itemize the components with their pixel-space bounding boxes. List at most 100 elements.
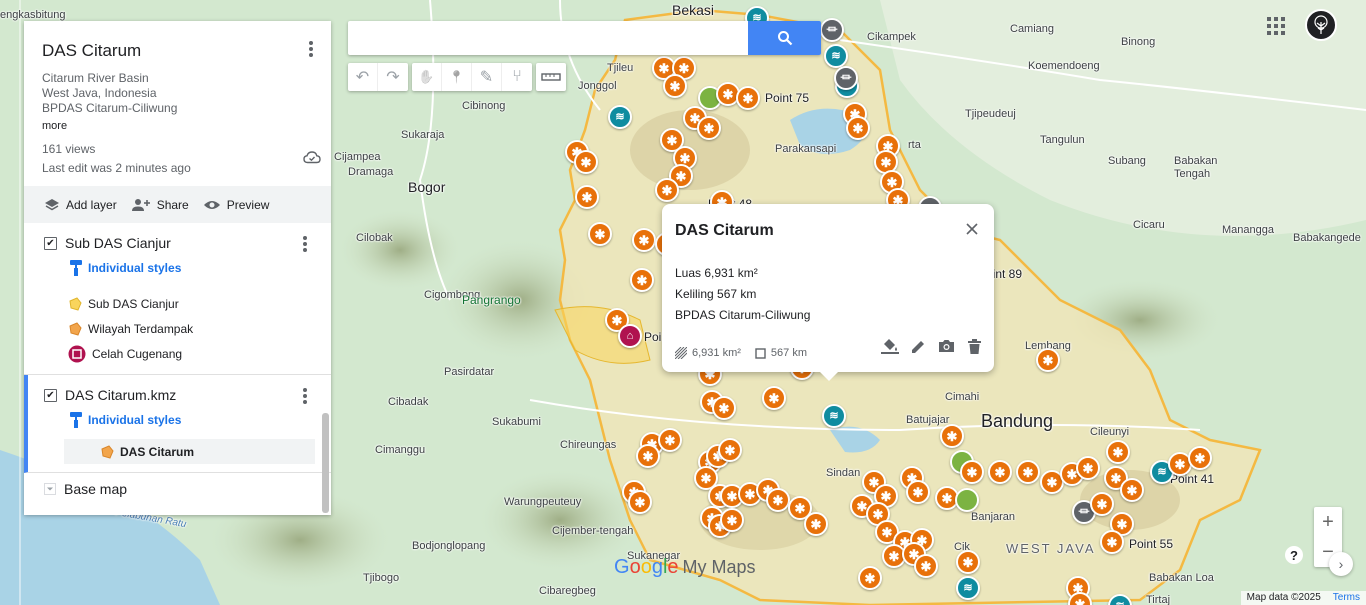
place-label: Cimanggu [375, 444, 426, 456]
base-map-toggle[interactable]: Base map [24, 473, 331, 505]
point-marker[interactable]: ✱ [766, 488, 790, 512]
place-label: Binong [1121, 36, 1156, 48]
legend-item-selected[interactable]: DAS Citarum [64, 439, 315, 464]
point-marker[interactable]: ✱ [718, 438, 742, 462]
layer-visibility-checkbox[interactable]: ✔ [44, 236, 57, 250]
place-label: Subang [1108, 155, 1146, 167]
place-label: Cibaregbeg [539, 585, 596, 597]
point-marker[interactable]: ✱ [663, 74, 687, 98]
place-label: Batujajar [906, 414, 950, 426]
layer-name[interactable]: Sub DAS Cianjur [65, 235, 171, 251]
google-apps-button[interactable] [1266, 16, 1286, 36]
point-marker[interactable]: ✱ [636, 444, 660, 468]
draw-line-button[interactable]: ✎ [472, 63, 502, 91]
place-label: Sukaraja [401, 129, 445, 141]
place-label: Cijember-tengah [552, 525, 634, 537]
point-marker[interactable]: ✱ [858, 566, 882, 590]
undo-button[interactable]: ↶ [348, 63, 378, 91]
dam-marker[interactable]: ⏛ [820, 18, 844, 42]
point-marker[interactable]: ✱ [588, 222, 612, 246]
preview-button[interactable]: Preview [203, 198, 269, 212]
add-directions-button[interactable]: ⑂ [502, 63, 532, 91]
point-marker[interactable]: ✱ [712, 396, 736, 420]
style-button[interactable] [880, 336, 900, 356]
point-marker[interactable]: ✱ [846, 116, 870, 140]
point-marker[interactable]: ✱ [575, 185, 599, 209]
account-avatar[interactable] [1305, 9, 1337, 41]
point-marker[interactable]: ✱ [574, 150, 598, 174]
point-marker[interactable]: ✱ [658, 428, 682, 452]
water-marker[interactable]: ≋ [608, 105, 632, 129]
place-label: Bekasi [672, 2, 715, 18]
point-marker[interactable]: ✱ [1076, 456, 1100, 480]
individual-styles-link[interactable]: Individual styles [28, 411, 331, 429]
point-marker[interactable]: ✱ [906, 480, 930, 504]
point-marker[interactable]: ✱ [628, 490, 652, 514]
point-marker[interactable]: ✱ [956, 550, 980, 574]
search-button[interactable] [748, 21, 821, 55]
legend-item[interactable]: Celah Cugenang [24, 341, 331, 366]
place-label: Tjibogo [363, 572, 400, 584]
pan-hand-button[interactable]: ✋ [412, 63, 442, 91]
point-marker[interactable]: ✱ [720, 508, 744, 532]
point-marker[interactable]: ✱ [1036, 348, 1060, 372]
point-marker[interactable]: ✱ [1120, 478, 1144, 502]
area-measure: 6,931 km² [675, 347, 741, 359]
terms-link[interactable]: Terms [1333, 592, 1360, 604]
point-marker[interactable]: ✱ [1106, 440, 1130, 464]
map-options-menu[interactable] [301, 37, 321, 61]
point-marker[interactable]: ✱ [697, 116, 721, 140]
landmark-marker[interactable]: ⌂ [618, 324, 642, 348]
polygon-swatch-icon [101, 444, 114, 459]
edit-button[interactable] [908, 336, 928, 356]
redo-button[interactable]: ↷ [378, 63, 408, 91]
point-marker[interactable]: ✱ [762, 386, 786, 410]
add-marker-button[interactable]: 📍 [442, 63, 472, 91]
styles-label: Individual styles [88, 413, 182, 427]
add-photo-button[interactable] [936, 336, 956, 356]
point-marker[interactable]: ✱ [632, 228, 656, 252]
point-marker[interactable]: ✱ [736, 86, 760, 110]
place-label: Parakansapi [775, 143, 837, 155]
search-input[interactable] [348, 21, 748, 55]
water-marker[interactable]: ≋ [824, 44, 848, 68]
place-label: Cibinong [462, 100, 506, 112]
layer-options-menu[interactable] [297, 233, 313, 255]
point-marker[interactable]: ✱ [960, 460, 984, 484]
map-title[interactable]: DAS Citarum [42, 41, 313, 61]
point-marker[interactable]: ✱ [1016, 460, 1040, 484]
share-button[interactable]: Share [131, 197, 189, 213]
popup-line: BPDAS Citarum-Ciliwung [675, 308, 811, 322]
legend-item[interactable]: Wilayah Terdampak [24, 316, 331, 341]
place-label: Manangga [1222, 224, 1274, 236]
point-marker[interactable]: ✱ [804, 512, 828, 536]
point-marker[interactable]: ✱ [655, 178, 679, 202]
individual-styles-link[interactable]: Individual styles [24, 259, 331, 277]
point-marker[interactable] [955, 488, 979, 512]
cloud-saved-icon[interactable] [303, 150, 321, 169]
point-marker[interactable]: ✱ [1090, 492, 1114, 516]
dam-marker[interactable]: ⏛ [834, 66, 858, 90]
legend-item[interactable]: Sub DAS Cianjur [24, 291, 331, 316]
layer-name[interactable]: DAS Citarum.kmz [65, 387, 176, 403]
point-marker[interactable]: ✱ [914, 554, 938, 578]
help-button[interactable]: ? [1285, 546, 1303, 564]
place-label: Jonggol [578, 80, 617, 92]
water-marker[interactable]: ≋ [822, 404, 846, 428]
layer-visibility-checkbox[interactable]: ✔ [44, 388, 57, 402]
point-marker[interactable]: ✱ [940, 424, 964, 448]
add-layer-button[interactable]: Add layer [44, 197, 117, 213]
point-marker[interactable]: ✱ [988, 460, 1012, 484]
point-marker[interactable]: ✱ [1188, 446, 1212, 470]
expand-button[interactable]: › [1329, 552, 1353, 576]
close-popup-button[interactable] [962, 219, 982, 239]
zoom-in-button[interactable]: + [1314, 507, 1342, 537]
measure-button[interactable] [536, 63, 566, 91]
point-marker[interactable]: ✱ [630, 268, 654, 292]
point-marker[interactable]: ✱ [1100, 530, 1124, 554]
water-marker[interactable]: ≋ [956, 576, 980, 600]
layer-options-menu[interactable] [297, 385, 313, 407]
panel-scrollbar[interactable] [322, 413, 329, 513]
more-link[interactable]: more [42, 120, 67, 132]
delete-button[interactable] [964, 336, 984, 356]
